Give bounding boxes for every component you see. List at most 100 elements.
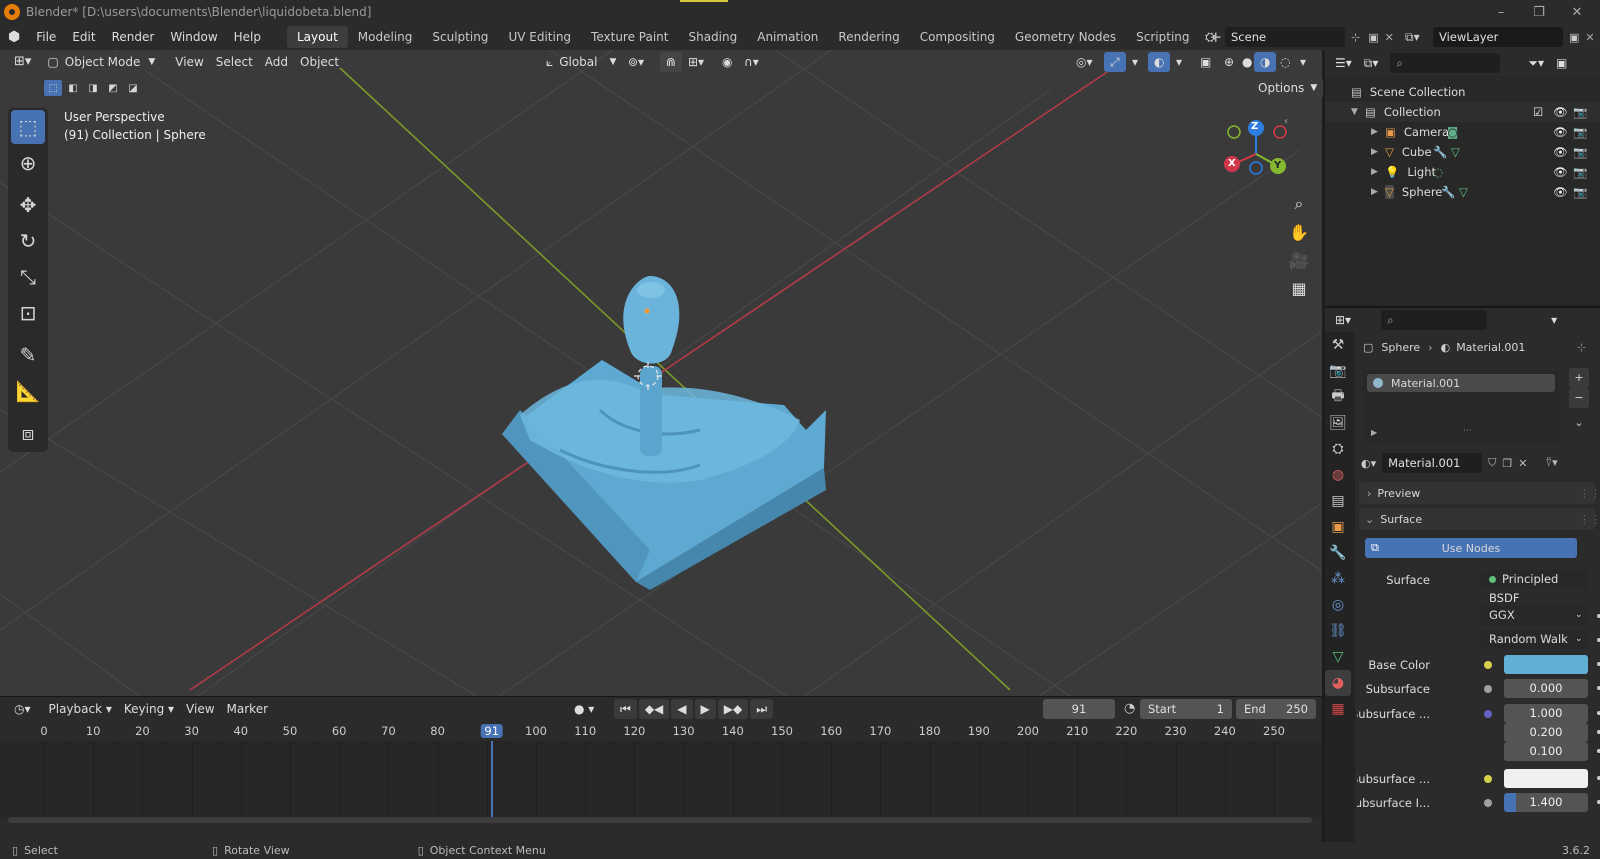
select-intersect-icon[interactable]: ◪ — [124, 80, 142, 96]
menu-help[interactable]: Help — [226, 24, 269, 50]
expand-arrow-icon[interactable]: ▶ — [1371, 147, 1385, 157]
subsurface-radius-x-field[interactable]: 1.000 — [1504, 704, 1588, 723]
end-frame-field[interactable]: End 250 — [1236, 699, 1316, 719]
outliner-item-camera[interactable]: ▶ ▣ Camera ◙ 👁 📷 — [1325, 122, 1600, 142]
modifier-wrench-icon[interactable]: 🔧 — [1433, 145, 1447, 159]
visibility-icon[interactable]: ◎▾ — [1070, 52, 1099, 72]
light-data-icon[interactable]: ◌ — [1433, 165, 1443, 179]
outliner-item-light[interactable]: ▶ 💡 Light ◌ 👁 📷 — [1325, 162, 1600, 182]
camera-view-icon[interactable]: 🎥 — [1285, 246, 1313, 274]
physics-tab-icon[interactable]: ◎ — [1325, 592, 1351, 618]
sidebar-toggle-icon[interactable]: ‹ — [1284, 116, 1288, 127]
output-tab-icon[interactable]: 🖶 — [1325, 384, 1351, 410]
menu-file[interactable]: File — [28, 24, 64, 50]
browse-material-icon[interactable]: ◐▾ — [1361, 457, 1376, 470]
tab-shading[interactable]: Shading — [678, 26, 747, 48]
editor-type-icon[interactable]: ⊞▾ — [8, 52, 37, 72]
gizmo-dropdown-icon[interactable]: ▾ — [1126, 52, 1144, 72]
transform-tool-icon[interactable]: ⊡ — [11, 296, 45, 330]
vector-socket-icon[interactable] — [1484, 710, 1492, 718]
exclude-checkbox[interactable]: ☑ — [1533, 105, 1543, 119]
3d-viewport[interactable] — [0, 50, 1322, 696]
visibility-eye-icon[interactable]: 👁 — [1553, 125, 1568, 139]
xray-icon[interactable]: ▣ — [1194, 52, 1217, 72]
scale-tool-icon[interactable]: ⤡ — [11, 260, 45, 294]
stopwatch-icon[interactable]: ◔ — [1124, 701, 1135, 716]
visibility-eye-icon[interactable]: 👁 — [1553, 185, 1568, 199]
preview-panel-header[interactable]: › Preview ⋮⋮ — [1359, 482, 1600, 504]
record-icon[interactable]: ● ▾ — [568, 699, 600, 719]
link-dropdown-icon[interactable]: ⍢▾ — [1545, 456, 1557, 470]
view-layer-field[interactable]: ViewLayer — [1433, 27, 1563, 47]
duplicate-material-icon[interactable]: ❐ — [1502, 457, 1512, 470]
select-subtract-icon[interactable]: ◨ — [84, 80, 102, 96]
material-name-field[interactable]: Material.001 — [1382, 453, 1483, 473]
overlays-icon[interactable]: ◐ — [1148, 52, 1171, 72]
frame-ruler[interactable]: 0 10 20 30 40 50 60 70 80 91 100 110 120 130 140 150 160… — [0, 721, 1322, 741]
material-slot-row[interactable]: Material.001 — [1367, 374, 1555, 392]
timeline-menu-view[interactable]: View — [180, 699, 220, 719]
object-tab-icon[interactable]: ▣ — [1325, 514, 1351, 540]
play-icon[interactable]: ▶ — [694, 699, 716, 719]
tab-layout[interactable]: Layout — [287, 26, 348, 48]
constraints-tab-icon[interactable]: ⛓ — [1325, 618, 1351, 644]
pin-icon[interactable]: ⊹ — [1351, 31, 1360, 44]
visibility-eye-icon[interactable]: 👁 — [1553, 165, 1568, 179]
jump-start-icon[interactable]: ⏮ — [614, 699, 637, 719]
subsurface-method-dropdown[interactable]: Random Walk ⌄ — [1481, 630, 1588, 649]
tab-modeling[interactable]: Modeling — [348, 26, 423, 48]
material-tab-icon[interactable]: ◕ — [1325, 670, 1351, 696]
render-camera-icon[interactable]: 📷 — [1573, 165, 1587, 179]
jump-end-icon[interactable]: ⏭ — [750, 699, 774, 719]
expand-arrow-icon[interactable]: ▶ — [1371, 428, 1377, 437]
snap-target-icon[interactable]: ⊞▾ — [682, 52, 710, 72]
properties-search-input[interactable]: ⌕ — [1381, 310, 1488, 330]
drag-handle-icon[interactable]: ⋮⋮ — [1579, 487, 1600, 500]
viewport-menu-object[interactable]: Object — [294, 52, 345, 72]
slot-specials-icon[interactable]: ⌄ — [1569, 416, 1589, 434]
expand-arrow-icon[interactable]: ▶ — [1371, 127, 1385, 137]
mode-dropdown[interactable]: ▢ Object Mode ▼ — [41, 52, 162, 72]
outliner-editor-type-icon[interactable]: ☰▾ — [1329, 53, 1358, 73]
select-invert-icon[interactable]: ◩ — [104, 80, 122, 96]
cursor-tool-icon[interactable]: ⊕ — [11, 146, 45, 180]
scene-icon[interactable]: ⛭ — [1205, 30, 1225, 45]
value-socket-icon[interactable] — [1484, 685, 1492, 693]
tab-compositing[interactable]: Compositing — [910, 26, 1005, 48]
render-camera-icon[interactable]: 📷 — [1573, 185, 1587, 199]
overlays-dropdown-icon[interactable]: ▾ — [1170, 52, 1188, 72]
add-slot-button[interactable]: + — [1569, 368, 1589, 388]
menu-keying[interactable]: Keying ▾ — [118, 699, 180, 719]
close-button[interactable]: ✕ — [1554, 0, 1600, 24]
view-layer-tab-icon[interactable]: 🖼 — [1325, 410, 1351, 436]
menu-playback[interactable]: Playback ▾ — [43, 699, 118, 719]
view-layer-icon[interactable]: ⧉▾ — [1405, 30, 1433, 45]
viewport-menu-add[interactable]: Add — [259, 52, 294, 72]
add-cube-tool-icon[interactable]: ⧈ — [11, 416, 45, 450]
select-extend-icon[interactable]: ◧ — [64, 80, 82, 96]
surface-shader-field[interactable]: Principled BSDF — [1481, 570, 1588, 605]
playhead[interactable] — [490, 741, 493, 819]
options-dropdown[interactable]: Options ▼ — [1252, 78, 1324, 98]
world-tab-icon[interactable]: ◍ — [1325, 462, 1351, 488]
subsurface-radius-z-field[interactable]: 0.100 — [1504, 742, 1588, 761]
navigation-gizmo[interactable]: Z X Y — [1212, 118, 1302, 188]
expand-arrow-icon[interactable]: ▼ — [1351, 107, 1365, 117]
remove-slot-button[interactable]: − — [1569, 388, 1589, 408]
transform-orientation-dropdown[interactable]: ⟀ Global ▼ — [540, 52, 622, 72]
falloff-icon[interactable]: ∩▾ — [738, 52, 765, 72]
tab-animation[interactable]: Animation — [747, 26, 828, 48]
outliner-search-input[interactable]: ⌕ — [1390, 53, 1501, 73]
new-scene-icon[interactable]: ▣ — [1368, 31, 1378, 44]
base-color-swatch[interactable] — [1504, 655, 1588, 674]
modifier-tab-icon[interactable]: 🔧 — [1325, 540, 1351, 566]
rotate-tool-icon[interactable]: ↻ — [11, 224, 45, 258]
value-socket-icon[interactable] — [1484, 799, 1492, 807]
menu-edit[interactable]: Edit — [64, 24, 103, 50]
snap-magnet-icon[interactable]: ⋒ — [660, 52, 683, 72]
timeline-editor-type-icon[interactable]: ◷▾ — [8, 699, 37, 719]
particles-tab-icon[interactable]: ⁂ — [1325, 566, 1351, 592]
texture-tab-icon[interactable]: ▦ — [1325, 696, 1351, 722]
mesh-data-icon[interactable]: ▽ — [1451, 145, 1460, 159]
proportional-edit-icon[interactable]: ◉ — [716, 52, 738, 72]
